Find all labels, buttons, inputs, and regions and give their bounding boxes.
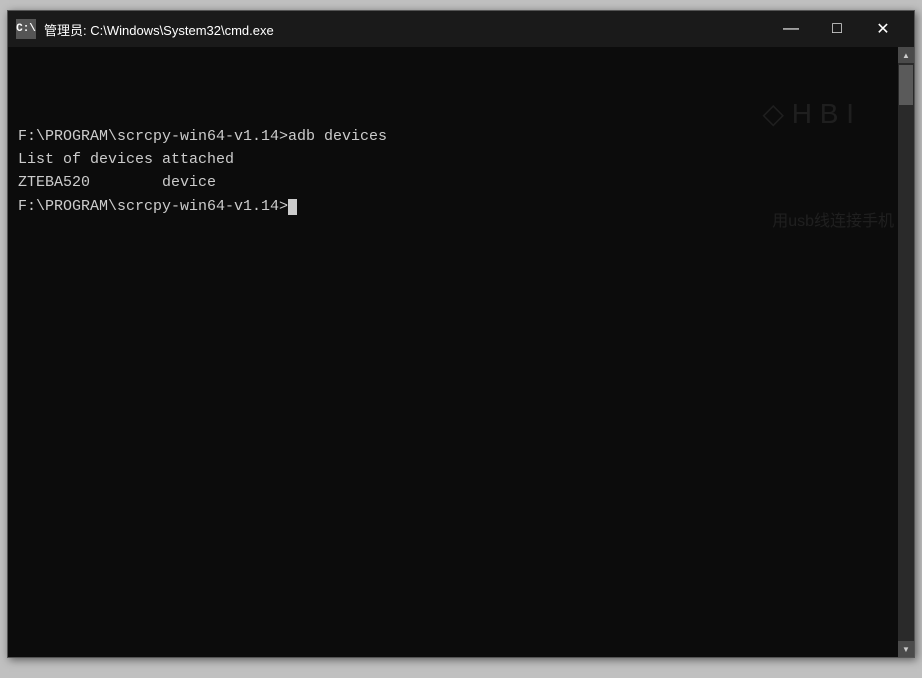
terminal-output[interactable]: F:\PROGRAM\scrcpy-win64-v1.14>adb device… [8, 47, 898, 657]
window-controls: — □ ✕ [768, 11, 906, 47]
scroll-down-button[interactable]: ▼ [898, 641, 914, 657]
minimize-button[interactable]: — [768, 11, 814, 47]
window-title: 管理员: C:\Windows\System32\cmd.exe [44, 20, 768, 39]
cmd-window: C:\ 管理员: C:\Windows\System32\cmd.exe — □… [7, 10, 915, 658]
maximize-button[interactable]: □ [814, 11, 860, 47]
title-bar: C:\ 管理员: C:\Windows\System32\cmd.exe — □… [8, 11, 914, 47]
window-icon: C:\ [16, 19, 36, 39]
scrollbar-track[interactable] [898, 63, 914, 641]
scroll-up-button[interactable]: ▲ [898, 47, 914, 63]
terminal-body: F:\PROGRAM\scrcpy-win64-v1.14>adb device… [8, 47, 914, 657]
scrollbar[interactable]: ▲ ▼ [898, 47, 914, 657]
close-button[interactable]: ✕ [860, 11, 906, 47]
scrollbar-thumb[interactable] [899, 65, 913, 105]
